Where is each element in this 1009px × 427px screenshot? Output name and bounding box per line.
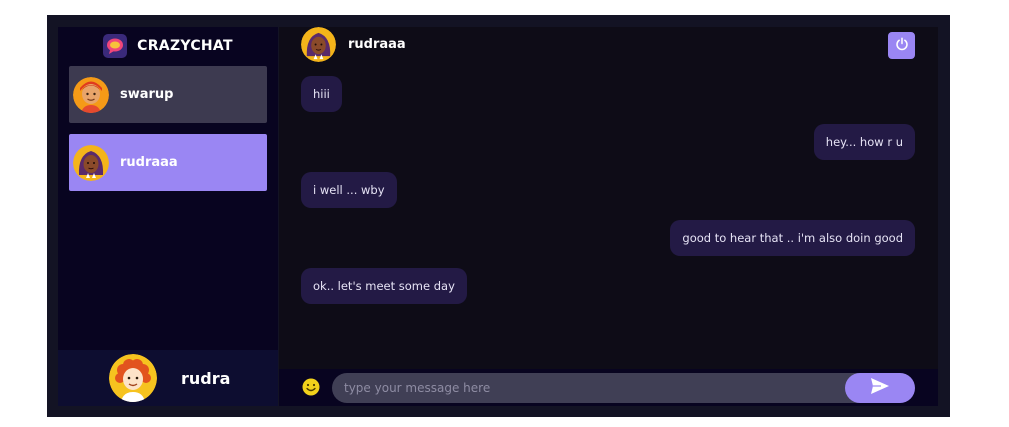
message-sent: hey... how r u bbox=[813, 124, 915, 160]
message-received: i well ... wby bbox=[301, 172, 397, 208]
send-button[interactable] bbox=[845, 373, 915, 403]
chat-bubble-logo-icon bbox=[103, 34, 128, 58]
emoji-icon[interactable] bbox=[301, 377, 321, 397]
contacts-sidebar: CRAZYCHAT swarup rudraaa rudra bbox=[58, 27, 278, 406]
brand: CRAZYCHAT bbox=[58, 27, 278, 65]
chat-panel: rudraaa hiii hey... how r u i well ... w… bbox=[279, 26, 938, 406]
chat-header: rudraaa bbox=[301, 26, 406, 62]
contact-item-rudraaa[interactable]: rudraaa bbox=[69, 134, 267, 191]
avatar bbox=[73, 76, 109, 113]
message-input-bar bbox=[279, 369, 938, 406]
chat-contact-name: rudraaa bbox=[348, 36, 406, 52]
message-sent: good to hear that .. i'm also doin good bbox=[670, 220, 915, 256]
avatar bbox=[301, 26, 336, 62]
contact-name: rudraaa bbox=[120, 155, 178, 170]
power-icon bbox=[895, 36, 909, 55]
current-user-name: rudra bbox=[181, 368, 231, 388]
brand-name: CRAZYCHAT bbox=[137, 38, 233, 54]
logout-button[interactable] bbox=[888, 32, 915, 59]
current-user-panel: rudra bbox=[58, 350, 278, 406]
contact-name: swarup bbox=[120, 87, 174, 102]
message-received: hiii bbox=[301, 76, 342, 112]
contact-item-swarup[interactable]: swarup bbox=[69, 66, 267, 123]
avatar bbox=[109, 354, 157, 402]
message-input[interactable] bbox=[332, 373, 913, 403]
send-icon bbox=[870, 377, 890, 399]
message-received: ok.. let's meet some day bbox=[301, 268, 467, 304]
avatar bbox=[73, 144, 109, 181]
